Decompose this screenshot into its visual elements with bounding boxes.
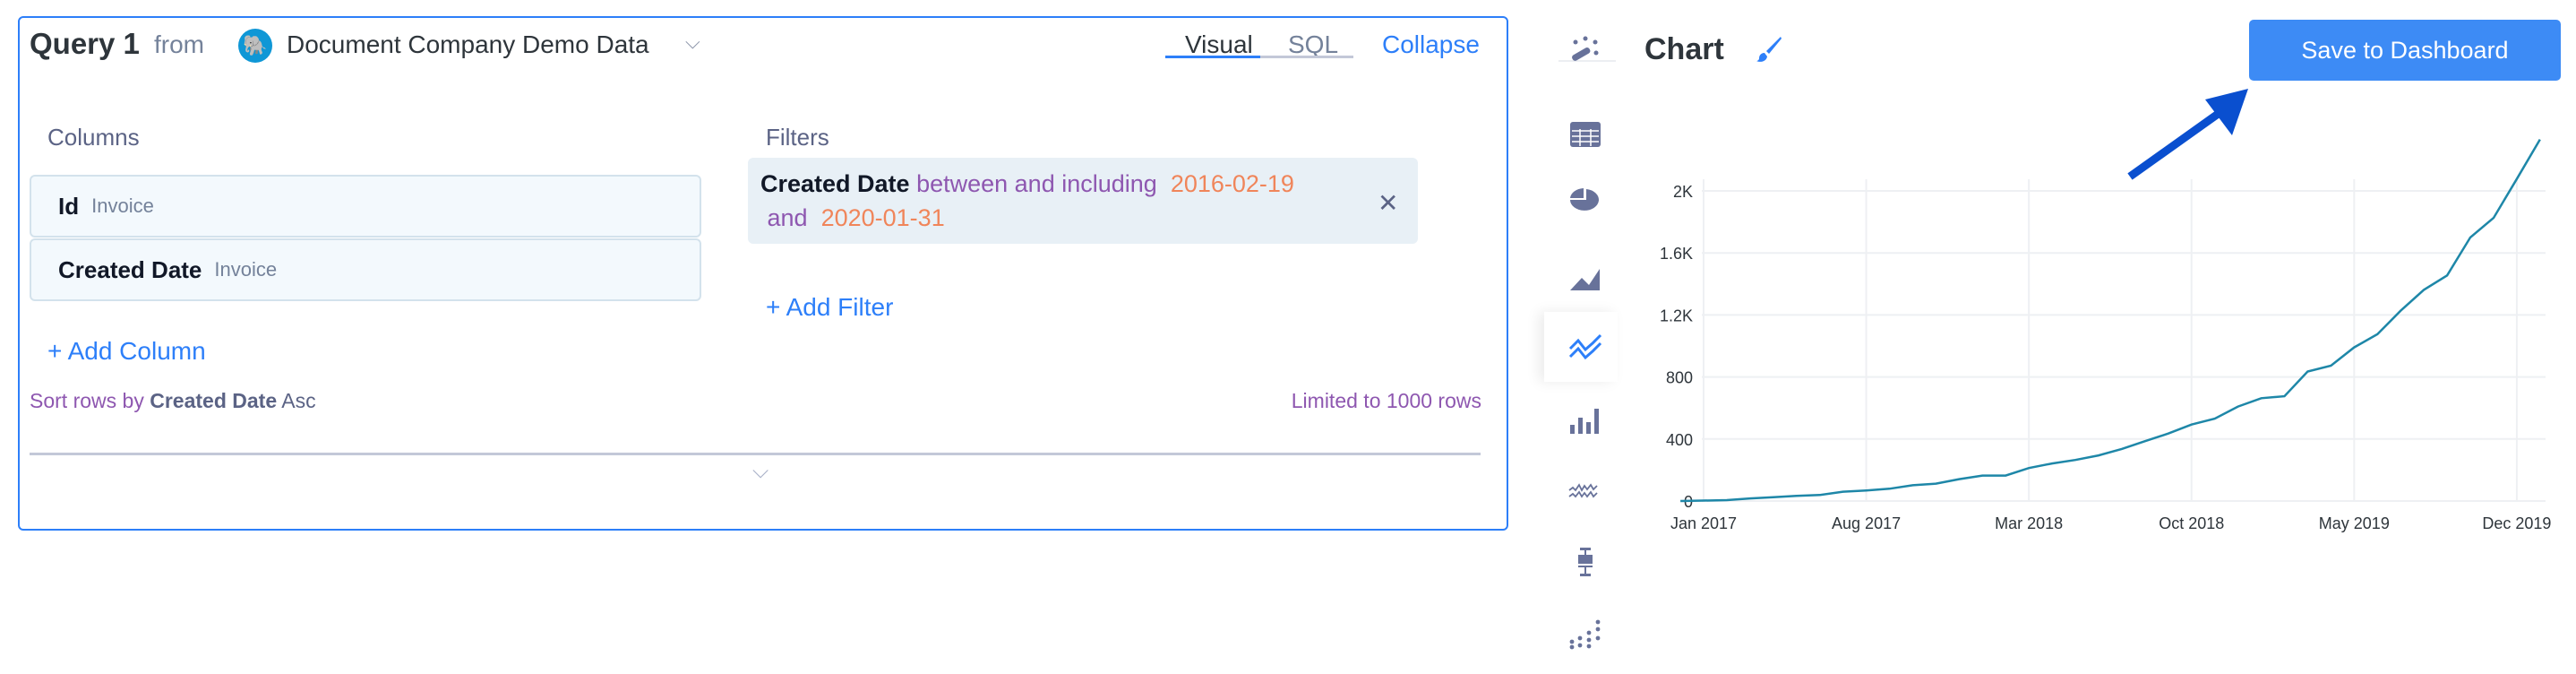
data-point[interactable]: [2280, 392, 2289, 401]
data-point[interactable]: [2303, 367, 2312, 376]
data-point[interactable]: [2257, 393, 2266, 402]
data-point[interactable]: [2071, 455, 2080, 464]
data-point[interactable]: [2211, 414, 2220, 423]
data-point[interactable]: [1931, 480, 1940, 488]
data-point[interactable]: [2536, 135, 2545, 144]
data-point[interactable]: [1816, 490, 1825, 499]
data-point[interactable]: [2234, 402, 2243, 411]
y-tick-label: 1.2K: [1660, 307, 1693, 324]
x-tick-label: May 2019: [2319, 514, 2390, 532]
x-tick-label: Aug 2017: [1832, 514, 1901, 532]
data-point[interactable]: [1885, 484, 1894, 493]
x-tick-label: Oct 2018: [2159, 514, 2224, 532]
x-tick-label: Mar 2018: [1995, 514, 2063, 532]
data-point[interactable]: [2141, 436, 2150, 445]
data-point[interactable]: [2349, 343, 2358, 352]
y-tick-label: 1.6K: [1660, 245, 1693, 263]
data-point[interactable]: [1978, 471, 1987, 480]
data-point[interactable]: [2396, 307, 2405, 315]
data-point[interactable]: [2164, 429, 2173, 438]
data-point[interactable]: [2326, 361, 2335, 370]
y-tick-label: 400: [1666, 431, 1693, 449]
data-point[interactable]: [2512, 175, 2521, 184]
data-point[interactable]: [1954, 475, 1963, 484]
data-point[interactable]: [1722, 496, 1731, 505]
data-point[interactable]: [1908, 480, 1917, 489]
data-point[interactable]: [2001, 471, 2010, 480]
x-tick-label: Jan 2017: [1670, 514, 1737, 532]
data-point[interactable]: [2094, 451, 2103, 460]
data-point[interactable]: [2117, 445, 2126, 454]
data-point[interactable]: [1699, 496, 1708, 505]
data-point[interactable]: [2187, 420, 2196, 429]
x-tick-label: Dec 2019: [2482, 514, 2551, 532]
data-point[interactable]: [2489, 213, 2498, 222]
data-point[interactable]: [2024, 463, 2033, 472]
data-point[interactable]: [1839, 488, 1848, 497]
data-point[interactable]: [1746, 494, 1755, 503]
data-point[interactable]: [2466, 233, 2475, 242]
data-point[interactable]: [1769, 493, 1778, 502]
data-point[interactable]: [1676, 497, 1685, 506]
data-point[interactable]: [2419, 285, 2428, 294]
data-point[interactable]: [2373, 330, 2382, 339]
series-line: [1680, 138, 2541, 503]
line-chart: 04008001.2K1.6K2KJan 2017 Aug 2017 Mar 201…: [1660, 135, 2551, 532]
data-point[interactable]: [1792, 491, 1801, 500]
data-point[interactable]: [2443, 271, 2451, 280]
y-tick-label: 2K: [1673, 183, 1693, 201]
data-point[interactable]: [2048, 459, 2057, 468]
y-tick-label: 800: [1666, 369, 1693, 387]
data-point[interactable]: [1862, 486, 1871, 495]
